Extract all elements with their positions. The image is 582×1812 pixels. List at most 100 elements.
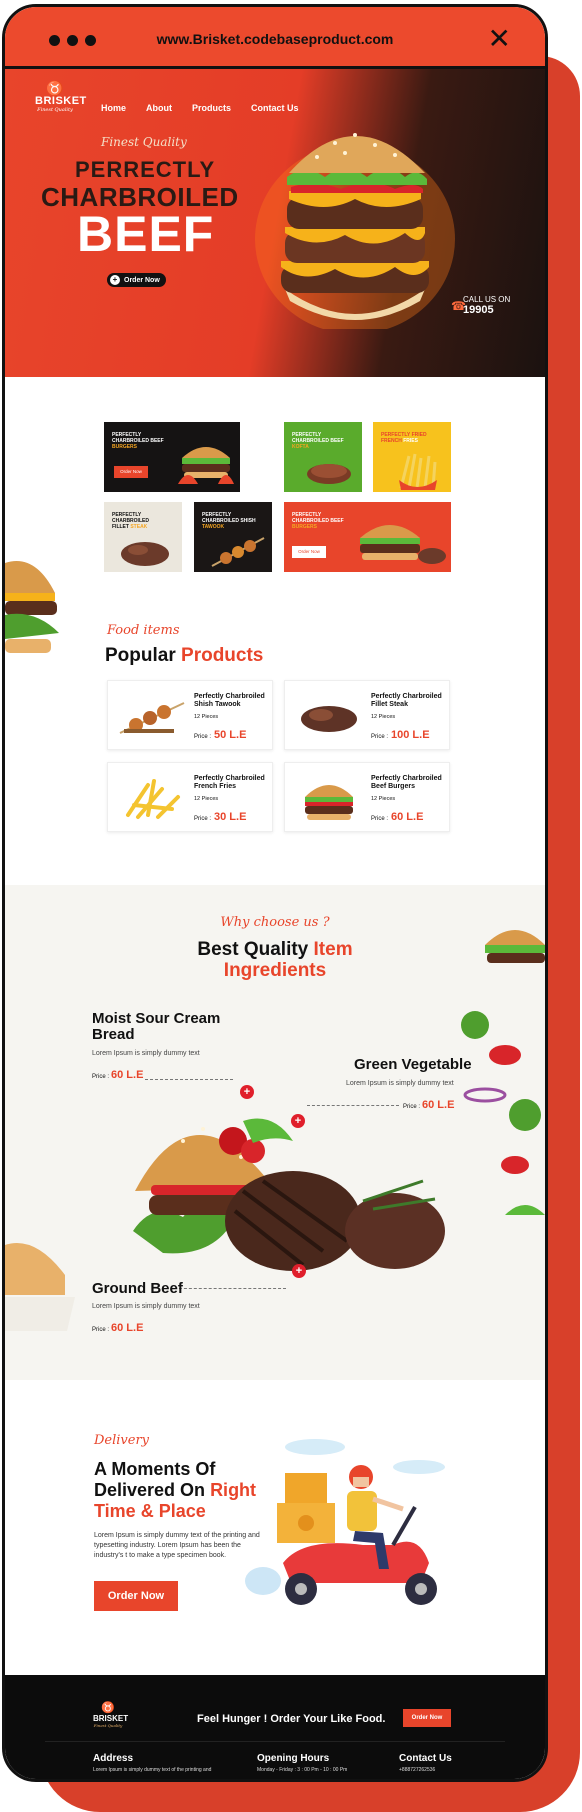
product-name: Perfectly Charbroiled French Fries <box>194 775 265 790</box>
why-title-b: Item <box>313 939 353 960</box>
brand-logo[interactable]: ♉ BRISKET Finest Quality <box>35 80 87 113</box>
connector-line <box>174 1288 286 1289</box>
skewer-image <box>211 537 265 567</box>
why-title-c: Ingredients <box>223 960 327 981</box>
bull-icon: ♉ <box>101 1702 115 1714</box>
hero-line-1: PERRECTLY <box>75 157 216 182</box>
tile-title: PERFECTLY FRIED FRENCH FRIES <box>381 432 427 444</box>
phone-icon: ☎ <box>451 299 466 313</box>
footer: ♉ BRISKET Finest Quality Feel Hunger ! O… <box>5 1675 545 1779</box>
vegetables-splash-image <box>461 930 545 1215</box>
footer-banner-text: Feel Hunger ! Order Your Like Food. <box>197 1713 386 1725</box>
why-choose-us-section: Why choose us ? Best Quality Item Ingred… <box>5 885 545 1380</box>
ingredient-title-bread: Moist Sour Cream Bread <box>92 1010 221 1043</box>
product-price: Price :100 L.E <box>371 729 430 741</box>
call-us-label: CALL US ON <box>463 295 511 304</box>
hero-section: ♉ BRISKET Finest Quality Home About Prod… <box>5 69 545 377</box>
product-count: 12 Pieces <box>194 796 219 802</box>
ingredient-price-beef: Price :60 L.E <box>92 1322 144 1334</box>
delivery-script-label: Delivery <box>94 1433 150 1448</box>
footer-hours: Opening Hours Monday - Friday : 3 : 00 P… <box>257 1753 347 1773</box>
footer-divider <box>45 1741 505 1742</box>
nav-item-about[interactable]: About <box>146 103 172 113</box>
tile-title: PERFECTLY CHARBROILED BEEF KOFTA <box>292 432 344 450</box>
footer-hours-title: Opening Hours <box>257 1753 330 1764</box>
browser-window: www.Brisket.codebaseproduct.com ✕ ♉ BRIS… <box>2 4 548 1782</box>
delivery-scooter-image <box>245 1439 445 1605</box>
connector-line <box>145 1079 233 1080</box>
kofta-image <box>307 464 351 484</box>
product-card-beef-burgers[interactable]: Perfectly Charbroiled Beef Burgers 12 Pi… <box>284 762 450 832</box>
tile-order-now-button[interactable]: Order Now <box>292 546 326 558</box>
product-name: Perfectly Charbroiled Shish Tawook <box>194 693 265 708</box>
delivery-order-now-button[interactable]: Order Now <box>94 1581 178 1611</box>
footer-address: Address Lorem Ipsum is simply dummy text… <box>93 1753 211 1773</box>
footer-address-title: Address <box>93 1753 134 1764</box>
delivery-title-a: A Moments Of <box>94 1459 216 1479</box>
product-count: 12 Pieces <box>194 714 219 720</box>
product-price: Price :50 L.E <box>194 729 247 741</box>
product-count: 12 Pieces <box>371 796 396 802</box>
category-tile-burgers[interactable]: PERFECTLY CHARBROILED BEEF BURGERS Order… <box>104 422 240 492</box>
steak-image <box>121 542 169 566</box>
shish-tawook-image <box>119 702 185 734</box>
call-us-block[interactable]: ☎ CALL US ON 19905 <box>451 295 511 316</box>
bull-icon: ♉ <box>46 80 64 96</box>
brand-name: BRISKET <box>35 95 87 107</box>
footer-brand-name: BRISKET <box>93 1714 129 1723</box>
hero-line-3: BEEF <box>77 206 215 262</box>
product-card-shish-tawook[interactable]: Perfectly Charbroiled Shish Tawook 12 Pi… <box>107 680 273 750</box>
footer-contact-phone[interactable]: +888727262536 <box>399 1767 452 1773</box>
address-bar-url[interactable]: www.Brisket.codebaseproduct.com <box>5 31 545 47</box>
page-screenshot: www.Brisket.codebaseproduct.com ✕ ♉ BRIS… <box>0 0 582 1812</box>
ingredient-desc-bread: Lorem Ipsum is simply dummy text <box>92 1050 200 1057</box>
ingredients-food-image <box>133 1118 445 1271</box>
category-tile-fries[interactable]: PERFECTLY FRIED FRENCH FRIES <box>373 422 451 492</box>
delivery-title-d: Time & Place <box>94 1501 206 1521</box>
footer-hours-text: Monday - Friday : 3 : 00 Pm - 10 : 00 Pm <box>257 1767 348 1773</box>
category-tile-burgers-2[interactable]: PERFECTLY CHARBROILED BEEF BURGERS Order… <box>284 502 451 572</box>
tile-title: PERFECTLY CHARBROILED SHISH TAWOOK <box>202 512 256 530</box>
category-tile-tawook[interactable]: PERFECTLY CHARBROILED SHISH TAWOOK <box>194 502 272 572</box>
hero-script-text: Finest Quality <box>101 135 187 149</box>
plus-icon: + <box>110 275 120 285</box>
products-title-a: Popular <box>105 645 176 666</box>
footer-order-now-button[interactable]: Order Now <box>403 1709 451 1727</box>
french-fries-image <box>126 779 180 819</box>
nav-item-home[interactable]: Home <box>101 103 126 113</box>
category-tile-steak[interactable]: PERFECTLY CHARBROILED FILLET STEAK <box>104 502 182 572</box>
product-card-fillet-steak[interactable]: Perfectly Charbroiled Fillet Steak 12 Pi… <box>284 680 450 750</box>
burger-image <box>178 447 234 484</box>
product-price: Price :60 L.E <box>371 811 424 823</box>
products-title-b: Products <box>181 645 264 666</box>
hero-burger-image <box>255 133 455 329</box>
brand-tagline: Finest Quality <box>37 107 73 113</box>
product-name: Perfectly Charbroiled Beef Burgers <box>371 775 442 790</box>
footer-brand-tagline: Finest Quality <box>93 1723 123 1728</box>
product-count: 12 Pieces <box>371 714 396 720</box>
why-title-a: Best Quality <box>197 939 309 960</box>
ingredient-price-bread: Price :60 L.E <box>92 1069 144 1081</box>
products-title: Popular Products <box>105 645 263 667</box>
call-us-number: 19905 <box>463 304 494 316</box>
nav-item-products[interactable]: Products <box>192 103 231 113</box>
products-script-label: Food items <box>107 623 180 638</box>
browser-bar: www.Brisket.codebaseproduct.com ✕ <box>5 7 545 69</box>
tile-title: PERFECTLY CHARBROILED BEEF BURGERS <box>292 512 344 530</box>
ingredient-pin-icon[interactable]: + <box>292 1264 306 1278</box>
category-tile-kofta[interactable]: PERFECTLY CHARBROILED BEEF KOFTA <box>284 422 362 492</box>
footer-logo[interactable]: ♉ BRISKET Finest Quality <box>93 1701 129 1728</box>
tile-order-now-button[interactable]: Order Now <box>114 466 148 478</box>
beef-burger-image <box>305 785 353 820</box>
product-card-french-fries[interactable]: Perfectly Charbroiled French Fries 12 Pi… <box>107 762 273 832</box>
footer-contact-title: Contact Us <box>399 1753 452 1764</box>
delivery-title-b: Delivered On <box>94 1480 206 1500</box>
footer-address-text: Lorem Ipsum is simply dummy text of the … <box>93 1767 212 1773</box>
close-icon[interactable]: ✕ <box>488 25 511 53</box>
fries-image <box>399 453 437 490</box>
tile-title: PERFECTLY CHARBROILED FILLET STEAK <box>112 512 149 530</box>
hero-order-now-label: Order Now <box>124 276 160 284</box>
hero-order-now-button[interactable]: + Order Now <box>107 273 166 287</box>
fries-bowl-image <box>5 1243 75 1331</box>
footer-contact: Contact Us +888727262536 <box>399 1753 452 1773</box>
